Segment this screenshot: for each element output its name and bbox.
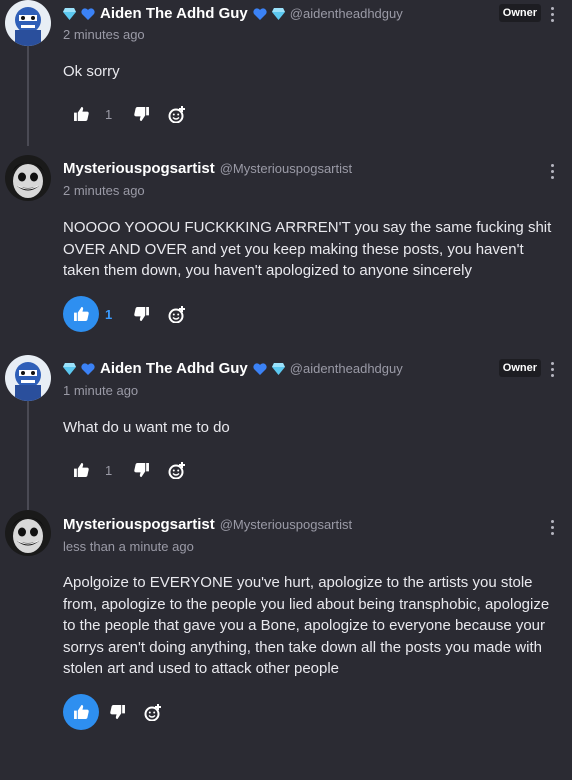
comment-header: Mysteriouspogsartist @Mysteriouspogsarti…	[63, 516, 352, 533]
thumbs-down-icon	[109, 705, 125, 719]
add-reaction-button[interactable]	[135, 694, 171, 730]
comment-text: NOOOO YOOOU FUCKKKING ARRREN'T you say t…	[63, 219, 552, 279]
timestamp: 2 minutes ago	[63, 183, 145, 198]
comment-actions: 1	[63, 96, 195, 132]
like-count: 1	[105, 462, 113, 478]
add-reaction-button[interactable]	[159, 452, 195, 488]
author-handle[interactable]: @aidentheadhdguy	[290, 361, 403, 376]
comment-text: Ok sorry	[63, 63, 120, 80]
add-reaction-icon	[144, 703, 161, 721]
like-count: 1	[105, 106, 113, 122]
grinning-face-avatar-icon	[5, 510, 51, 556]
more-options-icon[interactable]	[549, 164, 555, 179]
owner-badge: Owner	[498, 4, 541, 22]
comment: Mysteriouspogsartist @Mysteriouspogsarti…	[0, 155, 572, 345]
dislike-button[interactable]	[123, 296, 159, 332]
thumbs-down-icon	[133, 463, 149, 477]
gem-icon	[63, 7, 76, 20]
comment-actions: 1	[63, 296, 195, 332]
author-name[interactable]: Mysteriouspogsartist	[63, 160, 215, 177]
thumbs-down-icon	[133, 107, 149, 121]
thumbs-down-icon	[133, 307, 149, 321]
blue-character-avatar-icon	[5, 355, 51, 401]
thumbs-up-icon	[73, 705, 89, 719]
blue-heart-icon	[81, 7, 95, 20]
comment-text: What do u want me to do	[63, 419, 230, 436]
grinning-face-avatar-icon	[5, 155, 51, 201]
comment-text: Apolgoize to EVERYONE you've hurt, apolo…	[63, 574, 550, 677]
comment-actions	[63, 694, 171, 730]
thumbs-up-icon	[73, 463, 89, 477]
author-name[interactable]: Aiden The Adhd Guy	[100, 360, 248, 377]
add-reaction-icon	[168, 105, 185, 123]
comment: Aiden The Adhd Guy @aidentheadhdguy Owne…	[0, 355, 572, 495]
thumbs-up-icon	[73, 307, 89, 321]
thumbs-up-icon	[73, 107, 89, 121]
like-button[interactable]	[63, 694, 99, 730]
author-name[interactable]: Aiden The Adhd Guy	[100, 5, 248, 22]
comment-header: Aiden The Adhd Guy @aidentheadhdguy	[63, 360, 403, 377]
comment-header: Aiden The Adhd Guy @aidentheadhdguy	[63, 5, 403, 22]
avatar[interactable]	[5, 155, 51, 201]
more-options-icon[interactable]	[549, 520, 555, 535]
timestamp: less than a minute ago	[63, 539, 194, 554]
author-handle[interactable]: @aidentheadhdguy	[290, 6, 403, 21]
comment: Mysteriouspogsartist @Mysteriouspogsarti…	[0, 510, 572, 770]
comment-actions: 1	[63, 452, 195, 488]
blue-character-avatar-icon	[5, 0, 51, 46]
comment-header: Mysteriouspogsartist @Mysteriouspogsarti…	[63, 160, 352, 177]
author-handle[interactable]: @Mysteriouspogsartist	[220, 517, 352, 532]
blue-heart-icon	[81, 362, 95, 375]
like-count: 1	[105, 306, 113, 322]
add-reaction-icon	[168, 461, 185, 479]
dislike-button[interactable]	[123, 452, 159, 488]
timestamp: 1 minute ago	[63, 383, 139, 398]
owner-badge: Owner	[498, 359, 541, 377]
add-reaction-icon	[168, 305, 185, 323]
gem-icon	[271, 362, 285, 375]
more-options-icon[interactable]	[549, 362, 555, 377]
blue-heart-icon	[253, 362, 267, 375]
gem-icon	[63, 362, 76, 375]
comment: Aiden The Adhd Guy @aidentheadhdguy Owne…	[0, 0, 572, 140]
avatar[interactable]	[5, 0, 51, 46]
like-button[interactable]	[63, 296, 99, 332]
dislike-button[interactable]	[99, 694, 135, 730]
add-reaction-button[interactable]	[159, 96, 195, 132]
blue-heart-icon	[253, 7, 267, 20]
dislike-button[interactable]	[123, 96, 159, 132]
timestamp: 2 minutes ago	[63, 27, 145, 42]
more-options-icon[interactable]	[549, 7, 555, 22]
avatar[interactable]	[5, 510, 51, 556]
author-handle[interactable]: @Mysteriouspogsartist	[220, 161, 352, 176]
gem-icon	[271, 7, 285, 20]
like-button[interactable]	[63, 452, 99, 488]
author-name[interactable]: Mysteriouspogsartist	[63, 516, 215, 533]
like-button[interactable]	[63, 96, 99, 132]
add-reaction-button[interactable]	[159, 296, 195, 332]
avatar[interactable]	[5, 355, 51, 401]
